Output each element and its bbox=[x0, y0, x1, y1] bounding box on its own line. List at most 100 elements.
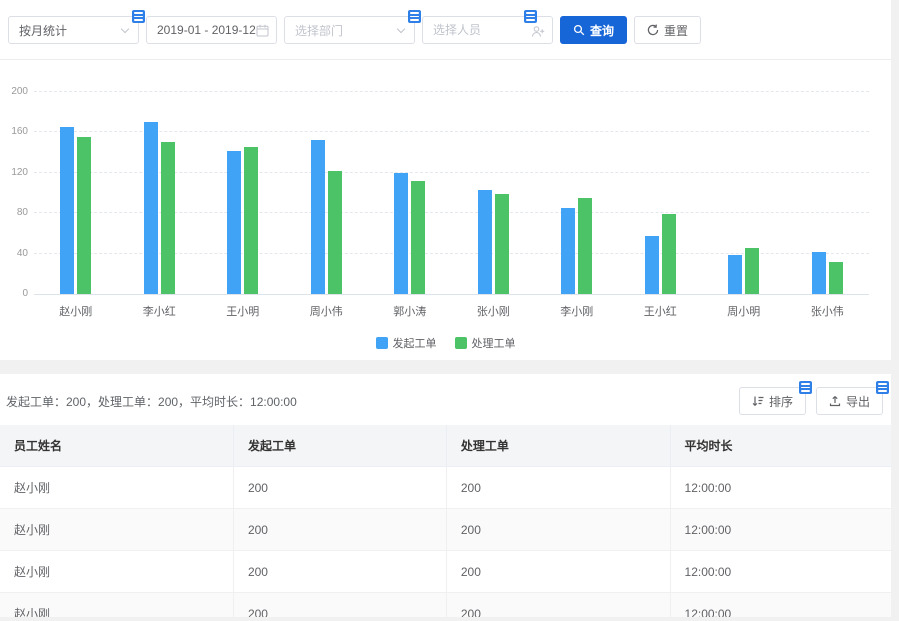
calendar-icon bbox=[256, 24, 269, 37]
table-cell: 12:00:00 bbox=[670, 509, 891, 551]
bar bbox=[495, 194, 509, 294]
table-cell: 赵小刚 bbox=[0, 593, 233, 618]
table-cell: 200 bbox=[446, 509, 670, 551]
date-range-picker[interactable]: 2019-01 - 2019-12 bbox=[146, 16, 277, 44]
bar bbox=[227, 151, 241, 294]
bar-groups bbox=[34, 93, 869, 294]
sort-button[interactable]: 排序 bbox=[739, 387, 806, 415]
table-cell: 赵小刚 bbox=[0, 551, 233, 593]
bar-group bbox=[368, 93, 452, 294]
table-row: 赵小刚20020012:00:00 bbox=[0, 593, 891, 618]
bar bbox=[478, 190, 492, 294]
bar bbox=[60, 127, 74, 294]
table-row: 赵小刚20020012:00:00 bbox=[0, 467, 891, 509]
bar bbox=[311, 140, 325, 294]
x-axis-label: 周小伟 bbox=[285, 303, 369, 319]
sort-button-label: 排序 bbox=[769, 393, 793, 410]
table-cell: 200 bbox=[233, 509, 446, 551]
x-axis-label: 李小刚 bbox=[535, 303, 619, 319]
bar-group bbox=[786, 93, 870, 294]
search-button[interactable]: 查询 bbox=[560, 16, 627, 44]
annotation-badge-icon bbox=[876, 381, 889, 394]
table-cell: 200 bbox=[446, 593, 670, 618]
bar bbox=[812, 252, 826, 294]
legend-item[interactable]: 发起工单 bbox=[376, 335, 437, 351]
export-icon bbox=[829, 395, 841, 407]
x-axis-label: 周小明 bbox=[702, 303, 786, 319]
table-cell: 200 bbox=[233, 551, 446, 593]
period-select[interactable]: 按月统计 bbox=[8, 16, 139, 44]
reset-button[interactable]: 重置 bbox=[634, 16, 701, 44]
x-axis-label: 张小伟 bbox=[786, 303, 870, 319]
annotation-badge-icon bbox=[408, 10, 421, 23]
bar bbox=[829, 262, 843, 294]
y-axis-tick-label: 80 bbox=[2, 207, 28, 218]
bar bbox=[161, 142, 175, 294]
sort-icon bbox=[752, 395, 764, 407]
bar-group bbox=[118, 93, 202, 294]
chevron-down-icon bbox=[397, 25, 405, 33]
table-cell: 12:00:00 bbox=[670, 551, 891, 593]
chart-plot: 04080120160200 bbox=[34, 93, 869, 295]
y-axis-tick-label: 160 bbox=[2, 126, 28, 137]
bar-group bbox=[535, 93, 619, 294]
chart-card: 按月统计 2019-01 - 2019-12 选择部门 bbox=[0, 0, 891, 360]
stats-table: 员工姓名发起工单处理工单平均时长 赵小刚20020012:00:00赵小刚200… bbox=[0, 425, 891, 617]
person-input-wrapper bbox=[422, 16, 553, 44]
table-header-cell: 平均时长 bbox=[670, 425, 891, 467]
bar bbox=[561, 208, 575, 294]
chart-legend: 发起工单 处理工单 bbox=[0, 335, 891, 351]
person-add-icon bbox=[531, 25, 545, 38]
x-axis-label: 王小明 bbox=[201, 303, 285, 319]
export-button-label: 导出 bbox=[846, 393, 870, 410]
y-axis-tick-label: 120 bbox=[2, 167, 28, 178]
table-row: 赵小刚20020012:00:00 bbox=[0, 551, 891, 593]
y-axis-tick-label: 0 bbox=[2, 288, 28, 299]
bar bbox=[411, 181, 425, 294]
bar bbox=[745, 248, 759, 294]
bar-group bbox=[452, 93, 536, 294]
legend-item[interactable]: 处理工单 bbox=[455, 335, 516, 351]
period-select-value: 按月统计 bbox=[9, 22, 89, 39]
legend-label: 处理工单 bbox=[472, 335, 516, 351]
table-cell: 200 bbox=[233, 593, 446, 618]
legend-swatch bbox=[455, 337, 467, 349]
x-axis-label: 张小刚 bbox=[452, 303, 536, 319]
table-cell: 200 bbox=[446, 467, 670, 509]
bar-group bbox=[34, 93, 118, 294]
legend-swatch bbox=[376, 337, 388, 349]
search-icon bbox=[573, 24, 585, 36]
table-cell: 200 bbox=[446, 551, 670, 593]
table-row: 赵小刚20020012:00:00 bbox=[0, 509, 891, 551]
export-button[interactable]: 导出 bbox=[816, 387, 883, 415]
table-card: 发起工单：200，处理工单：200，平均时长：12:00:00 排序 bbox=[0, 374, 891, 617]
bar bbox=[394, 173, 408, 294]
table-header-cell: 发起工单 bbox=[233, 425, 446, 467]
x-axis-label: 王小红 bbox=[619, 303, 703, 319]
table-cell: 200 bbox=[233, 467, 446, 509]
annotation-badge-icon bbox=[132, 10, 145, 23]
chevron-down-icon bbox=[121, 25, 129, 33]
filter-toolbar: 按月统计 2019-01 - 2019-12 选择部门 bbox=[0, 0, 891, 60]
chart-x-labels: 赵小刚李小红王小明周小伟郭小涛张小刚李小刚王小红周小明张小伟 bbox=[34, 303, 869, 319]
search-button-label: 查询 bbox=[590, 22, 614, 39]
annotation-badge-icon bbox=[799, 381, 812, 394]
table-cell: 赵小刚 bbox=[0, 467, 233, 509]
bar-group bbox=[619, 93, 703, 294]
legend-label: 发起工单 bbox=[393, 335, 437, 351]
reset-button-label: 重置 bbox=[664, 22, 688, 39]
y-axis-tick-label: 40 bbox=[2, 248, 28, 259]
bar-group bbox=[702, 93, 786, 294]
bar bbox=[144, 122, 158, 294]
bar bbox=[728, 255, 742, 294]
x-axis-label: 郭小涛 bbox=[368, 303, 452, 319]
x-axis-label: 李小红 bbox=[118, 303, 202, 319]
table-cell: 12:00:00 bbox=[670, 467, 891, 509]
bar-group bbox=[201, 93, 285, 294]
table-header-cell: 员工姓名 bbox=[0, 425, 233, 467]
bar bbox=[578, 198, 592, 294]
annotation-badge-icon bbox=[524, 10, 537, 23]
department-select[interactable]: 选择部门 bbox=[284, 16, 415, 44]
bar bbox=[244, 147, 258, 294]
x-axis-label: 赵小刚 bbox=[34, 303, 118, 319]
